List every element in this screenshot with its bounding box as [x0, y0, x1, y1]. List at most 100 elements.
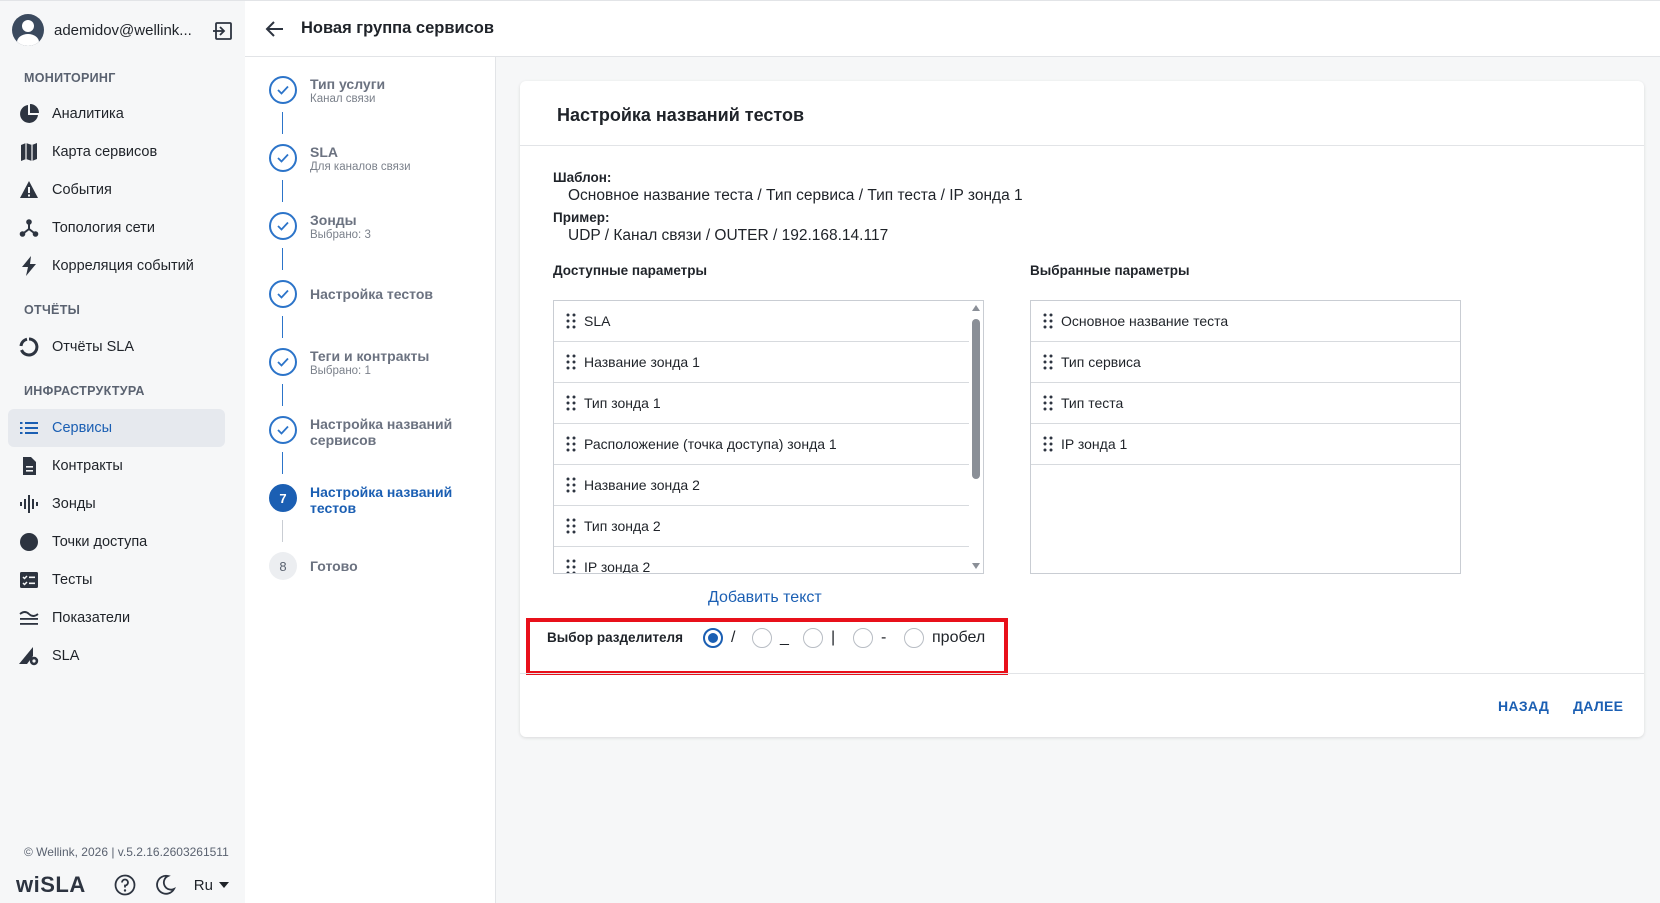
- sidebar-item-label: Отчёты SLA: [52, 339, 135, 355]
- list-item[interactable]: Тип зонда 1: [554, 383, 969, 424]
- help-icon[interactable]: [114, 874, 136, 896]
- drag-handle-icon[interactable]: [566, 353, 576, 371]
- sidebar-item-label: Топология сети: [52, 220, 155, 236]
- list-item[interactable]: Тип теста: [1031, 383, 1460, 424]
- list-item[interactable]: Тип сервиса: [1031, 342, 1460, 383]
- check-icon: [269, 348, 297, 376]
- separator-radio-dash[interactable]: -: [853, 628, 886, 648]
- step-connector: [282, 248, 283, 270]
- back-arrow-icon[interactable]: [263, 17, 287, 41]
- user-profile[interactable]: ademidov@wellink...: [12, 13, 234, 47]
- radio-label: пробел: [932, 629, 986, 646]
- scroll-down-icon[interactable]: [972, 563, 980, 569]
- selected-params-list[interactable]: Основное название теста Тип сервиса Тип …: [1030, 300, 1461, 574]
- step-subtitle: Выбрано: 1: [310, 365, 371, 377]
- separator-radio-space[interactable]: пробел: [904, 628, 985, 648]
- scrollbar[interactable]: [969, 301, 983, 573]
- example-label: Пример:: [553, 210, 610, 225]
- list-item[interactable]: IP зонда 2: [554, 547, 969, 574]
- radio-button[interactable]: [752, 628, 772, 648]
- sidebar-item-events[interactable]: События: [8, 171, 225, 209]
- add-text-link[interactable]: Добавить текст: [708, 589, 822, 607]
- test-names-card: Настройка названий тестов Шаблон: Основн…: [520, 81, 1644, 737]
- list-item[interactable]: IP зонда 1: [1031, 424, 1460, 465]
- drag-handle-icon[interactable]: [566, 517, 576, 535]
- radio-label: -: [881, 629, 887, 646]
- divider: [520, 673, 1644, 674]
- drag-handle-icon[interactable]: [566, 476, 576, 494]
- sidebar-item-sla[interactable]: SLA: [8, 637, 225, 675]
- language-select[interactable]: Ru: [194, 877, 229, 894]
- separator-radio-pipe[interactable]: |: [803, 628, 835, 648]
- list-item[interactable]: Тип зонда 2: [554, 506, 969, 547]
- separator-radio-underscore[interactable]: _: [752, 628, 789, 648]
- sidebar-item-analytics[interactable]: Аналитика: [8, 95, 225, 133]
- drag-handle-icon[interactable]: [566, 435, 576, 453]
- list-item[interactable]: Название зонда 2: [554, 465, 969, 506]
- radio-button[interactable]: [803, 628, 823, 648]
- available-params-list[interactable]: SLA Название зонда 1 Тип зонда 1 Располо…: [553, 300, 984, 574]
- sidebar-item-sla-reports[interactable]: Отчёты SLA: [8, 328, 225, 366]
- sidebar-item-services[interactable]: Сервисы: [8, 409, 225, 447]
- back-button[interactable]: НАЗАД: [1498, 698, 1549, 714]
- drag-handle-icon[interactable]: [1043, 435, 1053, 453]
- list-item-label: Тип зонда 2: [584, 518, 661, 534]
- sidebar-item-label: Показатели: [52, 610, 131, 626]
- separator-radio-slash[interactable]: /: [703, 628, 735, 648]
- section-title-monitoring: МОНИТОРИНГ: [24, 71, 116, 85]
- drag-handle-icon[interactable]: [566, 312, 576, 330]
- step-title: Тип услуги: [310, 76, 386, 92]
- step-title: Готово: [310, 558, 358, 574]
- step-title: SLA: [310, 144, 338, 160]
- separator-label: Выбор разделителя: [547, 630, 684, 645]
- drag-handle-icon[interactable]: [1043, 353, 1053, 371]
- sidebar-item-service-map[interactable]: Карта сервисов: [8, 133, 225, 171]
- sound-wave-icon: [18, 493, 40, 515]
- drag-handle-icon[interactable]: [1043, 312, 1053, 330]
- drag-handle-icon[interactable]: [566, 558, 576, 574]
- sla-gear-icon: [18, 645, 40, 667]
- sidebar-item-event-correlation[interactable]: Корреляция событий: [8, 247, 225, 285]
- sidebar-item-label: Карта сервисов: [52, 144, 158, 160]
- step-title: Настройка названий сервисов: [310, 416, 453, 448]
- available-params-title: Доступные параметры: [553, 263, 708, 278]
- sidebar-item-label: Сервисы: [52, 420, 113, 436]
- list-item-label: Тип сервиса: [1061, 354, 1141, 370]
- logout-icon[interactable]: [212, 20, 234, 42]
- sidebar-item-access-points[interactable]: Точки доступа: [8, 523, 225, 561]
- step-title: Зонды: [310, 212, 357, 228]
- radio-button[interactable]: [853, 628, 873, 648]
- sidebar-item-label: Точки доступа: [52, 534, 148, 550]
- sidebar-item-metrics[interactable]: Показатели: [8, 599, 225, 637]
- sidebar-item-topology[interactable]: Топология сети: [8, 209, 225, 247]
- step-number: 7: [269, 484, 297, 512]
- sidebar-item-label: SLA: [52, 648, 80, 664]
- sidebar-item-contracts[interactable]: Контракты: [8, 447, 225, 485]
- list-item-label: Расположение (точка доступа) зонда 1: [584, 436, 837, 452]
- list-item[interactable]: Основное название теста: [1031, 301, 1460, 342]
- list-item-label: Название зонда 2: [584, 477, 700, 493]
- radio-label: _: [780, 629, 789, 646]
- avatar: [12, 14, 44, 46]
- drag-handle-icon[interactable]: [1043, 394, 1053, 412]
- radio-button[interactable]: [904, 628, 924, 648]
- sidebar-item-probes[interactable]: Зонды: [8, 485, 225, 523]
- step-title: Теги и контракты: [310, 348, 430, 364]
- check-icon: [269, 144, 297, 172]
- list-item[interactable]: Расположение (точка доступа) зонда 1: [554, 424, 969, 465]
- radio-button[interactable]: [703, 628, 723, 648]
- next-button[interactable]: ДАЛЕЕ: [1573, 698, 1623, 714]
- page-title: Новая группа сервисов: [301, 19, 495, 37]
- drag-handle-icon[interactable]: [566, 394, 576, 412]
- selected-params-title: Выбранные параметры: [1030, 263, 1190, 278]
- list-item-label: Название зонда 1: [584, 354, 700, 370]
- language-label: Ru: [193, 876, 213, 894]
- scrollbar-thumb[interactable]: [972, 319, 980, 479]
- sidebar-item-tests[interactable]: Тесты: [8, 561, 225, 599]
- step-title: Настройка тестов: [310, 286, 434, 302]
- list-item[interactable]: SLA: [554, 301, 969, 342]
- list-item[interactable]: Название зонда 1: [554, 342, 969, 383]
- scroll-up-icon[interactable]: [972, 305, 980, 311]
- dark-mode-icon[interactable]: [154, 874, 176, 896]
- template-value: Основное название теста / Тип сервиса / …: [568, 187, 1023, 204]
